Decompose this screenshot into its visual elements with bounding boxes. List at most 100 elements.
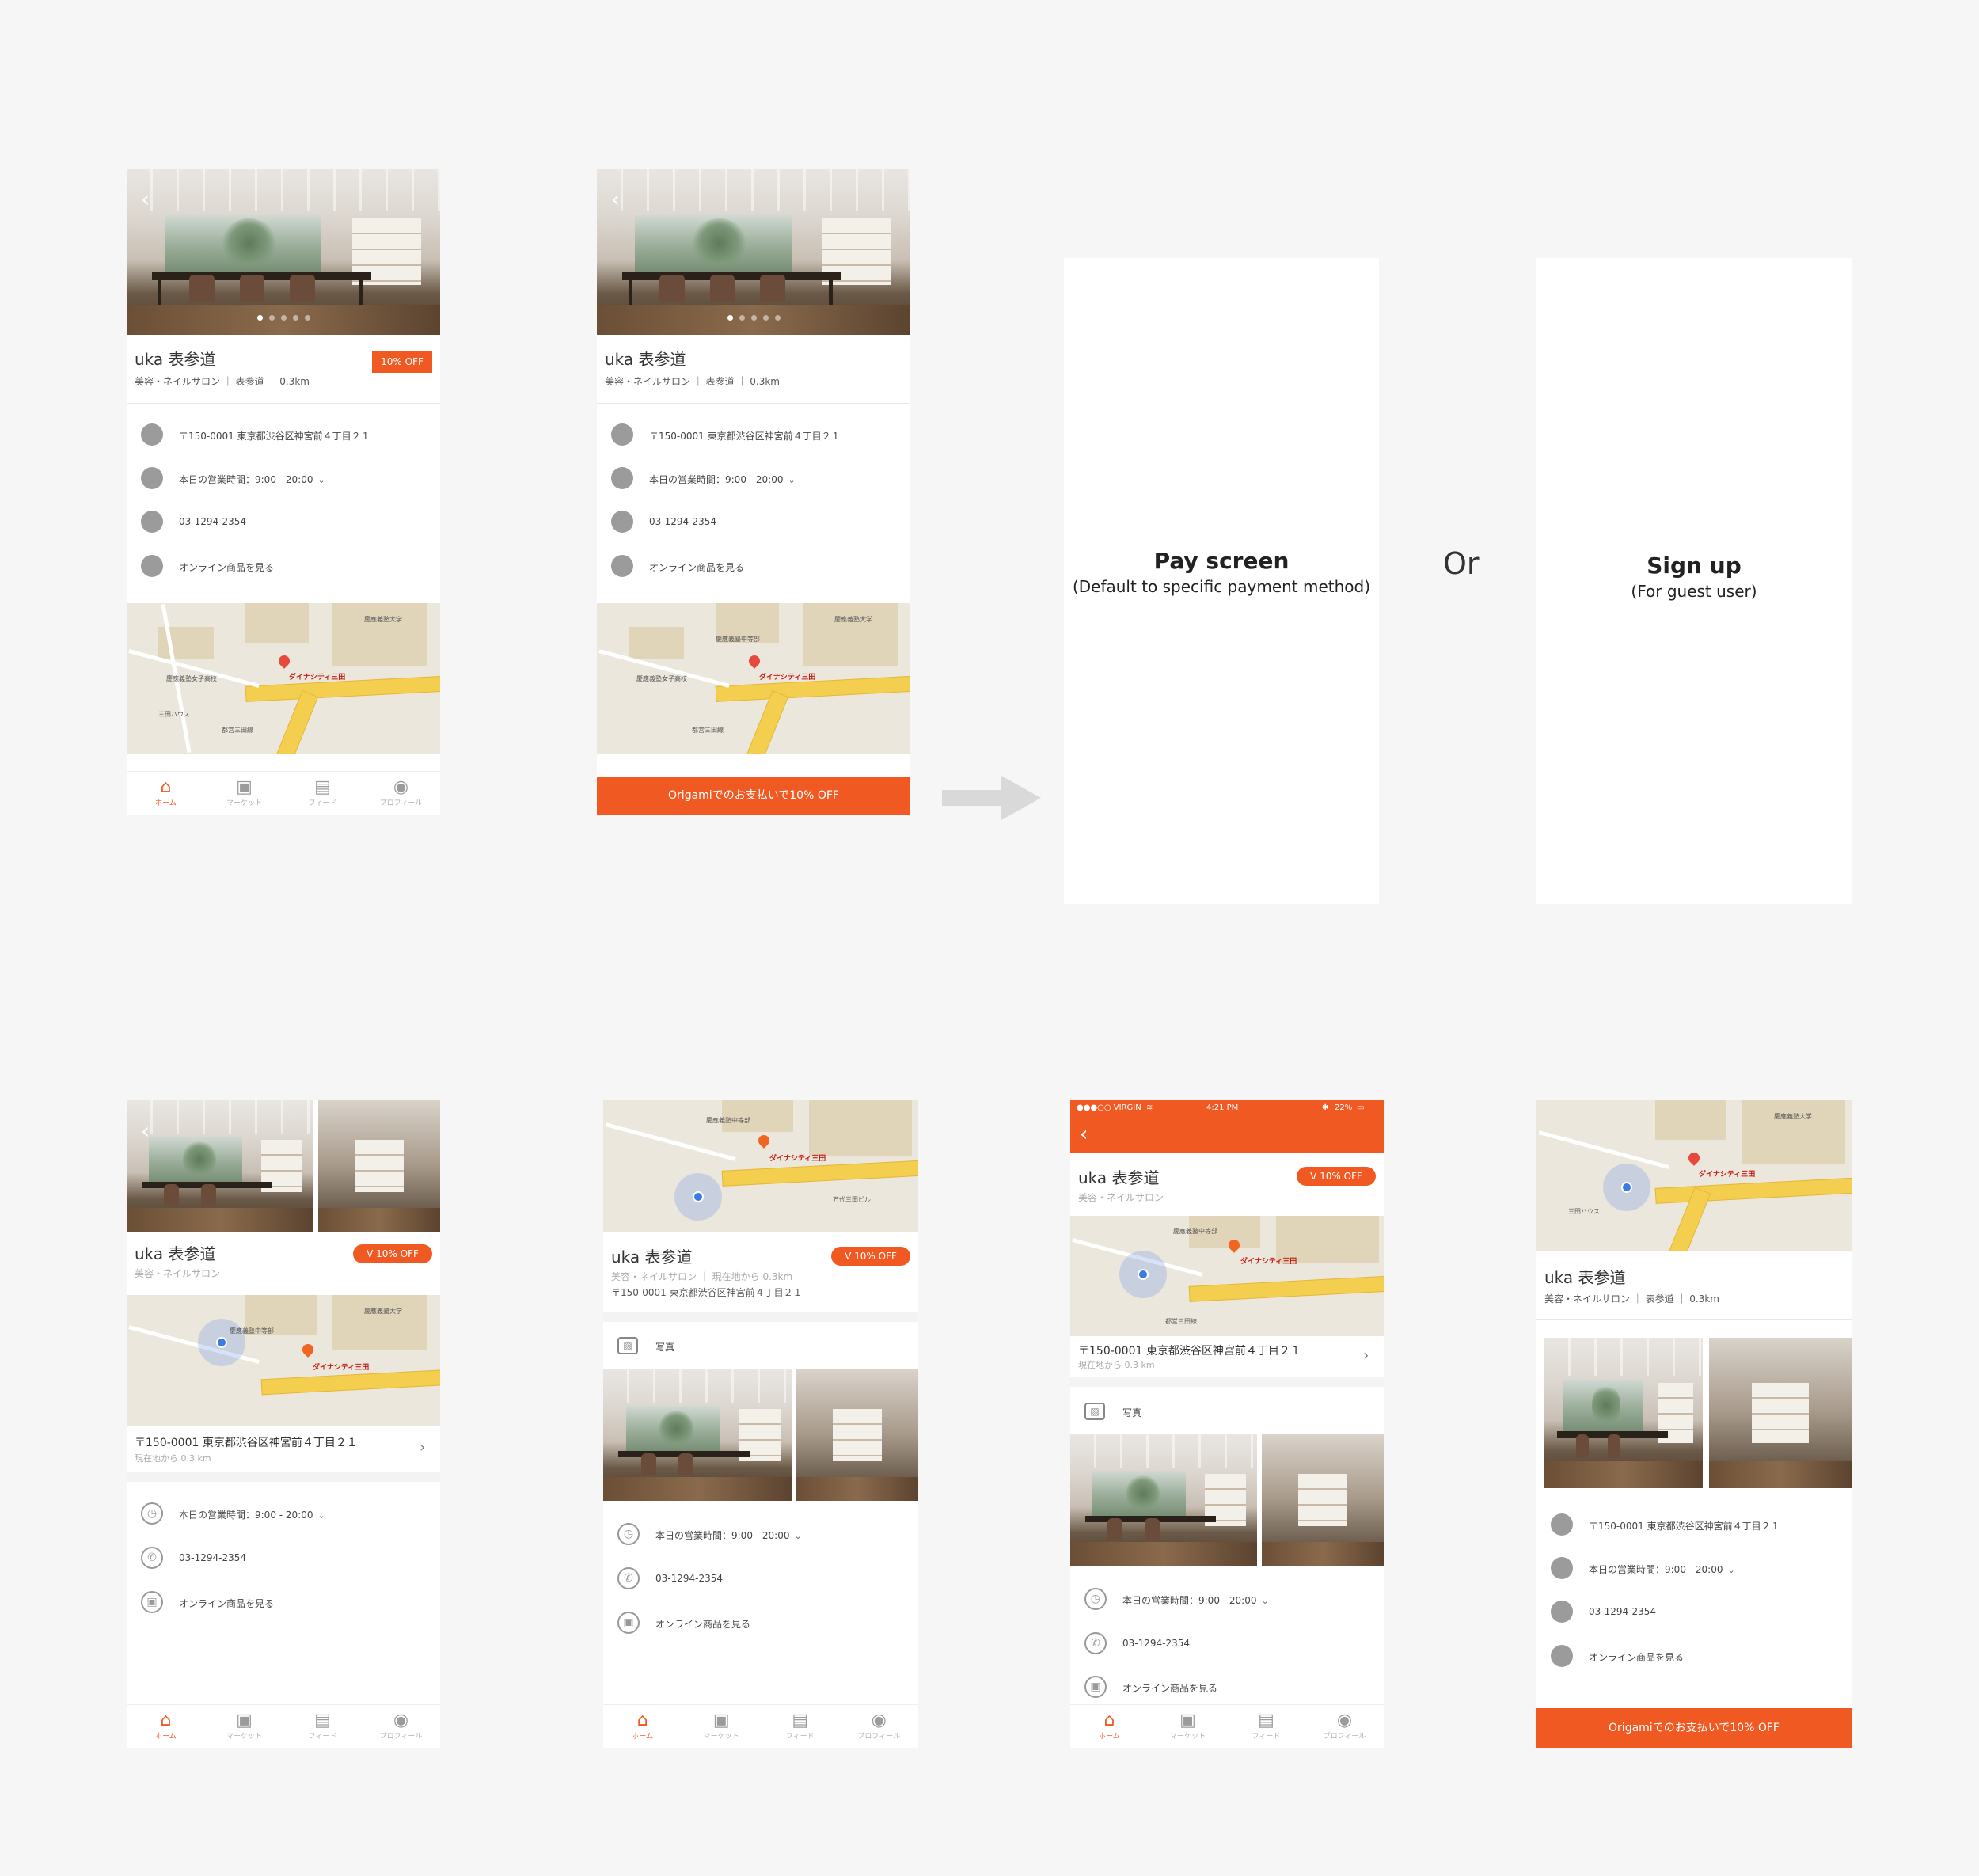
tab-market[interactable]: ▣ マーケット	[1149, 1705, 1227, 1748]
store-photo-2[interactable]	[318, 1100, 440, 1232]
photos-label: 写真	[1122, 1407, 1142, 1418]
clock-icon	[611, 467, 633, 489]
store-map[interactable]: ダイナシティ三田 慶應義塾中等部 都営三田線	[1070, 1216, 1384, 1336]
tab-profile[interactable]: ◉ プロフィール	[840, 1705, 919, 1748]
current-location-icon	[674, 1173, 722, 1221]
address-row[interactable]: 〒150-0001 東京都渋谷区神宮前４丁目２１	[141, 423, 426, 447]
chevron-right-icon[interactable]: ›	[420, 1439, 425, 1456]
online-row[interactable]: ▣ オンライン商品を見る	[617, 1612, 902, 1635]
store-photo-2[interactable]	[796, 1369, 918, 1501]
chevron-right-icon[interactable]: ›	[1363, 1347, 1369, 1364]
back-chevron-icon[interactable]: ‹	[141, 1118, 150, 1144]
online-text: オンライン商品を見る	[649, 562, 745, 573]
map-pin-label: ダイナシティ三田	[759, 674, 816, 682]
store-photo[interactable]	[603, 1369, 792, 1501]
store-map[interactable]: ダイナシティ三田 慶應義塾大学 慶應義塾女子高校 慶應義塾中等部 都営三田線	[597, 603, 910, 754]
store-category: 美容・ネイルサロン ｜ 現在地から 0.3km	[611, 1271, 793, 1282]
tab-feed[interactable]: ▤ フィード	[283, 772, 362, 815]
store-map[interactable]: ダイナシティ三田 慶應義塾大学 慶應義塾中等部	[127, 1295, 440, 1426]
store-photo[interactable]: ‹	[597, 169, 910, 335]
profile-icon: ◉	[1336, 1711, 1353, 1730]
tab-profile[interactable]: ◉ プロフィール	[362, 1705, 440, 1748]
phone-row[interactable]: ✆ 03-1294-2354	[141, 1547, 426, 1570]
store-map[interactable]: ダイナシティ三田 慶應義塾中等部 万代三田ビル	[603, 1100, 918, 1232]
clock-icon: ◷	[1084, 1588, 1107, 1610]
feed-icon: ▤	[314, 777, 331, 797]
battery-text: 22%	[1335, 1103, 1353, 1112]
back-chevron-icon[interactable]: ‹	[141, 186, 150, 212]
store-photo-2[interactable]	[1262, 1434, 1384, 1566]
profile-icon: ◉	[871, 1711, 887, 1730]
signup-subtitle: (For guest user)	[1631, 582, 1757, 601]
tab-profile[interactable]: ◉ プロフィール	[1305, 1705, 1384, 1748]
hours-row[interactable]: 本日の営業時間：9:00 - 20:00 ⌄	[141, 467, 426, 491]
tab-market[interactable]: ▣ マーケット	[682, 1705, 762, 1748]
phone-row[interactable]: ✆ 03-1294-2354	[617, 1567, 902, 1591]
store-photo[interactable]	[1070, 1434, 1257, 1566]
store-map[interactable]: ダイナシティ三田 慶應義塾大学 慶應義塾女子高校 三田ハウス 都営三田線	[127, 603, 440, 754]
hours-text: 本日の営業時間：9:00 - 20:00	[649, 474, 784, 485]
carrier-text: ●●●○○ VIRGIN	[1077, 1103, 1141, 1112]
hours-row[interactable]: ◷ 本日の営業時間：9:00 - 20:00 ⌄	[141, 1502, 426, 1526]
address-row[interactable]: 〒150-0001 東京都渋谷区神宮前４丁目２１	[611, 423, 896, 447]
store-category: 美容・ネイルサロン ｜ 表参道 ｜ 0.3km	[135, 376, 310, 387]
pay-screen-subtitle: (Default to specific payment method)	[1072, 577, 1371, 596]
bluetooth-icon: ✱	[1322, 1103, 1329, 1112]
clock-icon: ◷	[617, 1523, 640, 1545]
hours-row[interactable]: ◷ 本日の営業時間：9:00 - 20:00 ⌄	[1084, 1588, 1369, 1612]
hours-row[interactable]: ◷ 本日の営業時間：9:00 - 20:00 ⌄	[617, 1523, 902, 1547]
back-chevron-icon[interactable]: ‹	[611, 186, 620, 212]
online-row[interactable]: ▣ オンライン商品を見る	[1084, 1676, 1369, 1699]
home-icon: ⌂	[160, 777, 172, 797]
tab-market[interactable]: ▣ マーケット	[205, 1705, 283, 1748]
phone-icon: ✆	[141, 1547, 163, 1569]
tab-home[interactable]: ⌂ ホーム	[127, 772, 205, 815]
phone-text: 03-1294-2354	[649, 516, 717, 527]
discount-badge: ᐯ 10% OFF	[353, 1244, 432, 1263]
online-row[interactable]: オンライン商品を見る	[611, 555, 896, 579]
chevron-down-icon: ⌄	[794, 1531, 802, 1541]
online-row[interactable]: ▣ オンライン商品を見る	[141, 1591, 426, 1615]
flame-icon: ᐯ	[845, 1251, 855, 1262]
store-name: uka 表参道	[1078, 1168, 1160, 1187]
online-row[interactable]: オンライン商品を見る	[141, 555, 426, 579]
online-row[interactable]: オンライン商品を見る	[1551, 1645, 1836, 1669]
current-location-icon	[198, 1319, 245, 1366]
chevron-down-icon: ⌄	[1261, 1596, 1269, 1606]
bag-icon: ▣	[1084, 1676, 1107, 1698]
photo-icon: ▨	[617, 1337, 638, 1354]
map-pin-icon	[300, 1342, 316, 1358]
tab-home[interactable]: ⌂ ホーム	[1070, 1705, 1149, 1748]
store-map[interactable]: ダイナシティ三田 慶應義塾大学 三田ハウス	[1536, 1100, 1852, 1251]
feed-icon: ▤	[792, 1711, 809, 1730]
address-row[interactable]: 〒150-0001 東京都渋谷区神宮前４丁目２１	[1551, 1513, 1836, 1537]
phone-row[interactable]: ✆ 03-1294-2354	[1084, 1632, 1369, 1656]
battery-icon: ▭	[1357, 1103, 1365, 1112]
photo-icon: ▨	[1084, 1403, 1105, 1420]
phone-row[interactable]: 03-1294-2354	[611, 511, 896, 534]
back-chevron-icon[interactable]: ‹	[1080, 1122, 1088, 1146]
store-photo-2[interactable]	[1709, 1338, 1852, 1488]
tab-feed[interactable]: ▤ フィード	[283, 1705, 362, 1748]
tab-home[interactable]: ⌂ ホーム	[127, 1705, 205, 1748]
clock-icon	[1551, 1557, 1573, 1579]
store-photo[interactable]: ‹	[127, 169, 440, 335]
pay-cta-button[interactable]: Origamiでのお支払いで10% OFF	[1536, 1708, 1852, 1748]
tab-home[interactable]: ⌂ ホーム	[603, 1705, 682, 1748]
market-icon: ▣	[236, 777, 253, 797]
phone-row[interactable]: 03-1294-2354	[1551, 1601, 1836, 1624]
tab-feed[interactable]: ▤ フィード	[761, 1705, 840, 1748]
distance-text: 現在地から 0.3 km	[1078, 1360, 1155, 1370]
tab-feed[interactable]: ▤ フィード	[1227, 1705, 1305, 1748]
store-name: uka 表参道	[135, 350, 216, 369]
store-photo[interactable]	[1544, 1338, 1703, 1488]
hours-row[interactable]: 本日の営業時間：9:00 - 20:00 ⌄	[1551, 1557, 1836, 1581]
pay-cta-button[interactable]: Origamiでのお支払いで10% OFF	[597, 777, 910, 815]
pin-icon	[611, 423, 633, 446]
tab-market[interactable]: ▣ マーケット	[205, 772, 283, 815]
store-photo[interactable]: ‹	[127, 1100, 313, 1232]
bag-icon	[1551, 1645, 1573, 1667]
phone-row[interactable]: 03-1294-2354	[141, 511, 426, 534]
tab-profile[interactable]: ◉ プロフィール	[362, 772, 440, 815]
hours-row[interactable]: 本日の営業時間：9:00 - 20:00 ⌄	[611, 467, 896, 491]
